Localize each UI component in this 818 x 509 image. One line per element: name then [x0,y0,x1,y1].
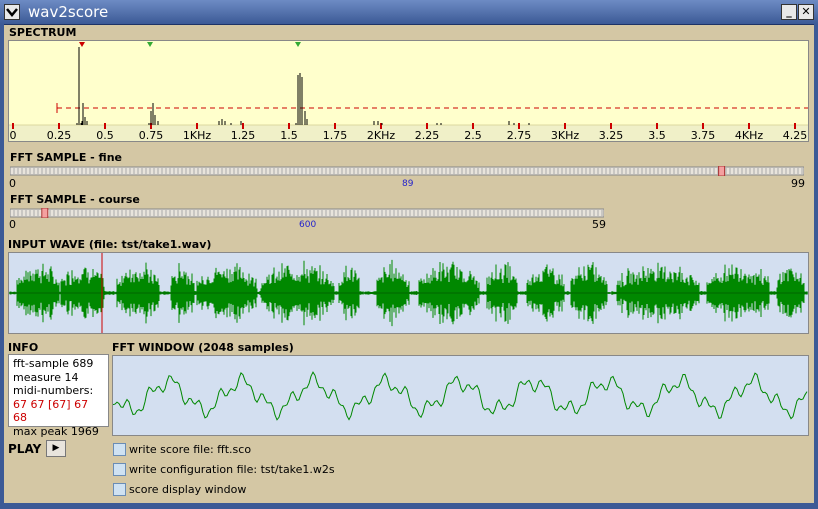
spectrum-axis-label: 1.5 [280,129,298,141]
fft-fine-label: FFT SAMPLE - fine [10,151,122,164]
option-write-config[interactable]: write configuration file: tst/take1.w2s [113,461,335,477]
option-write-score[interactable]: write score file: fft.sco [113,441,251,457]
fft-fine-slider[interactable] [9,165,805,177]
spectrum-axis-label: 3KHz [551,129,579,141]
marker-red [79,42,85,47]
score-display-checkbox[interactable] [113,482,126,496]
input-wave-display[interactable] [8,252,809,334]
spectrum-axis-label: 0.75 [139,129,164,141]
write-config-checkbox[interactable] [113,462,126,476]
info-max-peak: max peak 1969 [13,424,99,438]
fft-course-value: 600 [299,220,317,230]
info-label: INFO [8,341,39,354]
fft-fine-min: 0 [9,177,16,190]
spectrum-display[interactable]: 0 0.25 0.5 0.75 1KHz 1.25 1.5 1.75 2KHz 2.25 2.5 2.… [8,40,809,142]
spectrum-axis-label: 1KHz [183,129,211,141]
slider-thumb [41,207,49,219]
spectrum-axis-label: 4KHz [735,129,763,141]
marker-green [147,42,153,47]
write-score-label: write score file: fft.sco [129,442,252,456]
spectrum-plot: 0 0.25 0.5 0.75 1KHz 1.25 1.5 1.75 2KHz 2.25 2.5 2.… [9,42,808,142]
fft-window-label: FFT WINDOW (2048 samples) [112,341,294,354]
spectrum-axis-label: 3.5 [648,129,666,141]
info-midi-numbers: 67 67 [67] 67 68 [13,397,89,425]
spectrum-axis-label: 1.25 [231,129,256,141]
spectrum-axis-label: 1.75 [323,129,348,141]
fft-fine-max: 99 [791,177,805,190]
fft-fine-value: 89 [402,179,414,189]
fft-window-display [112,355,809,436]
spectrum-axis-label: 3.75 [691,129,716,141]
fft-course-min: 0 [9,218,16,231]
info-fft-sample: fft-sample 689 [13,357,94,370]
play-button[interactable]: ▶ [46,440,66,457]
option-score-display[interactable]: score display window [113,481,246,497]
spectrum-axis-label: 2.5 [464,129,482,141]
title-bar[interactable] [0,0,818,25]
spectrum-axis-label: 0.5 [96,129,114,141]
window-frame-bottom [0,503,818,509]
play-icon: ▶ [52,443,60,453]
spectrum-axis-label: 3.25 [599,129,624,141]
slider-thumb [718,165,726,177]
fft-course-label: FFT SAMPLE - course [10,193,140,206]
fft-wave-path [112,371,808,421]
fft-window-wave [112,371,808,421]
window-frame-right [814,24,818,509]
play-label: PLAY [8,442,42,456]
info-midi-heading: midi-numbers: [13,384,94,397]
spectrum-axis-label: 2KHz [367,129,395,141]
spectrum-axis-label: 0.25 [47,129,72,141]
minimize-button[interactable]: _ [781,4,797,20]
input-wave-label: INPUT WAVE (file: tst/take1.wav) [8,238,212,251]
spectrum-axis-label: 0 [10,129,17,141]
chevron-down-icon [6,8,18,17]
info-panel: fft-sample 689 measure 14 midi-numbers: … [8,354,109,438]
spectrum-axis-label: 4.25 [783,129,808,141]
write-config-label: write configuration file: tst/take1.w2s [129,462,335,476]
info-measure: measure 14 [13,370,79,384]
window-title: wav2score [28,3,109,21]
spectrum-axis-label: 2.75 [507,129,532,141]
score-display-label: score display window [129,482,247,496]
window-frame-left [0,24,4,509]
spectrum-axis-label: 2.25 [415,129,440,141]
marker-green [295,42,301,47]
fft-course-max: 59 [592,218,606,231]
write-score-checkbox[interactable] [113,442,126,456]
window-menu-button[interactable] [4,4,20,20]
close-button[interactable]: ✕ [798,4,814,20]
spectrum-label: SPECTRUM [9,26,77,39]
waveform [9,253,808,333]
fft-course-slider[interactable] [9,207,605,219]
